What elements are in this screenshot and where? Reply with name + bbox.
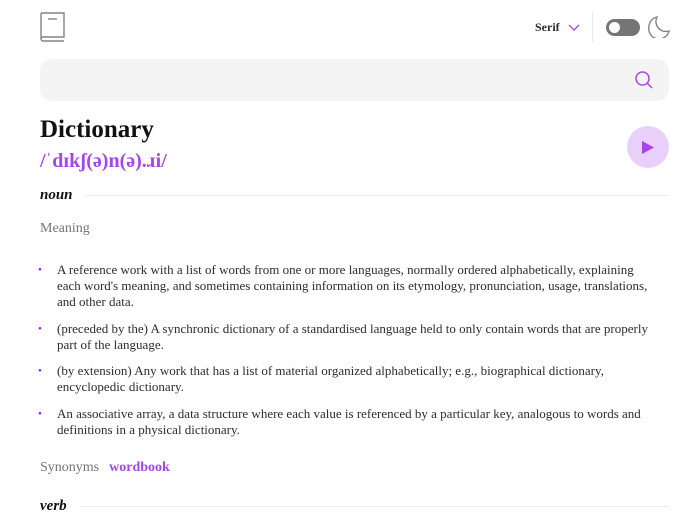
pos-label: verb (40, 498, 67, 514)
search-icon[interactable] (635, 71, 653, 94)
definition-item: (by extension) Any work that has a list … (38, 363, 660, 395)
divider (78, 506, 669, 507)
theme-toggle[interactable] (606, 19, 640, 36)
synonyms: Synonyms wordbook (40, 460, 170, 476)
definition-list: A reference work with a list of words fr… (38, 262, 660, 448)
part-of-speech-verb: verb (40, 498, 669, 515)
search-bar[interactable] (40, 59, 669, 101)
pos-label: noun (40, 187, 73, 203)
definition-item: An associative array, a data structure w… (38, 406, 660, 438)
header-divider (592, 12, 593, 42)
part-of-speech-noun: noun (40, 187, 669, 204)
book-icon (40, 12, 66, 42)
divider (84, 195, 669, 196)
toggle-knob (609, 22, 620, 33)
word-title: Dictionary (40, 116, 154, 143)
phonetic: /ˈdɪkʃ(ə)n(ə).ɹi/ (40, 150, 167, 172)
font-selector[interactable]: Serif (535, 20, 580, 35)
definition-item: (preceded by the) A synchronic dictionar… (38, 321, 660, 353)
synonyms-label: Synonyms (40, 460, 100, 475)
search-input[interactable] (40, 59, 669, 101)
font-selector-label: Serif (535, 20, 560, 34)
definition-item: A reference work with a list of words fr… (38, 262, 660, 310)
meaning-label: Meaning (40, 221, 90, 236)
play-button[interactable] (627, 126, 669, 168)
chevron-down-icon (568, 24, 580, 31)
synonym-link[interactable]: wordbook (109, 460, 170, 476)
moon-icon[interactable] (648, 16, 670, 43)
play-icon (642, 140, 654, 154)
